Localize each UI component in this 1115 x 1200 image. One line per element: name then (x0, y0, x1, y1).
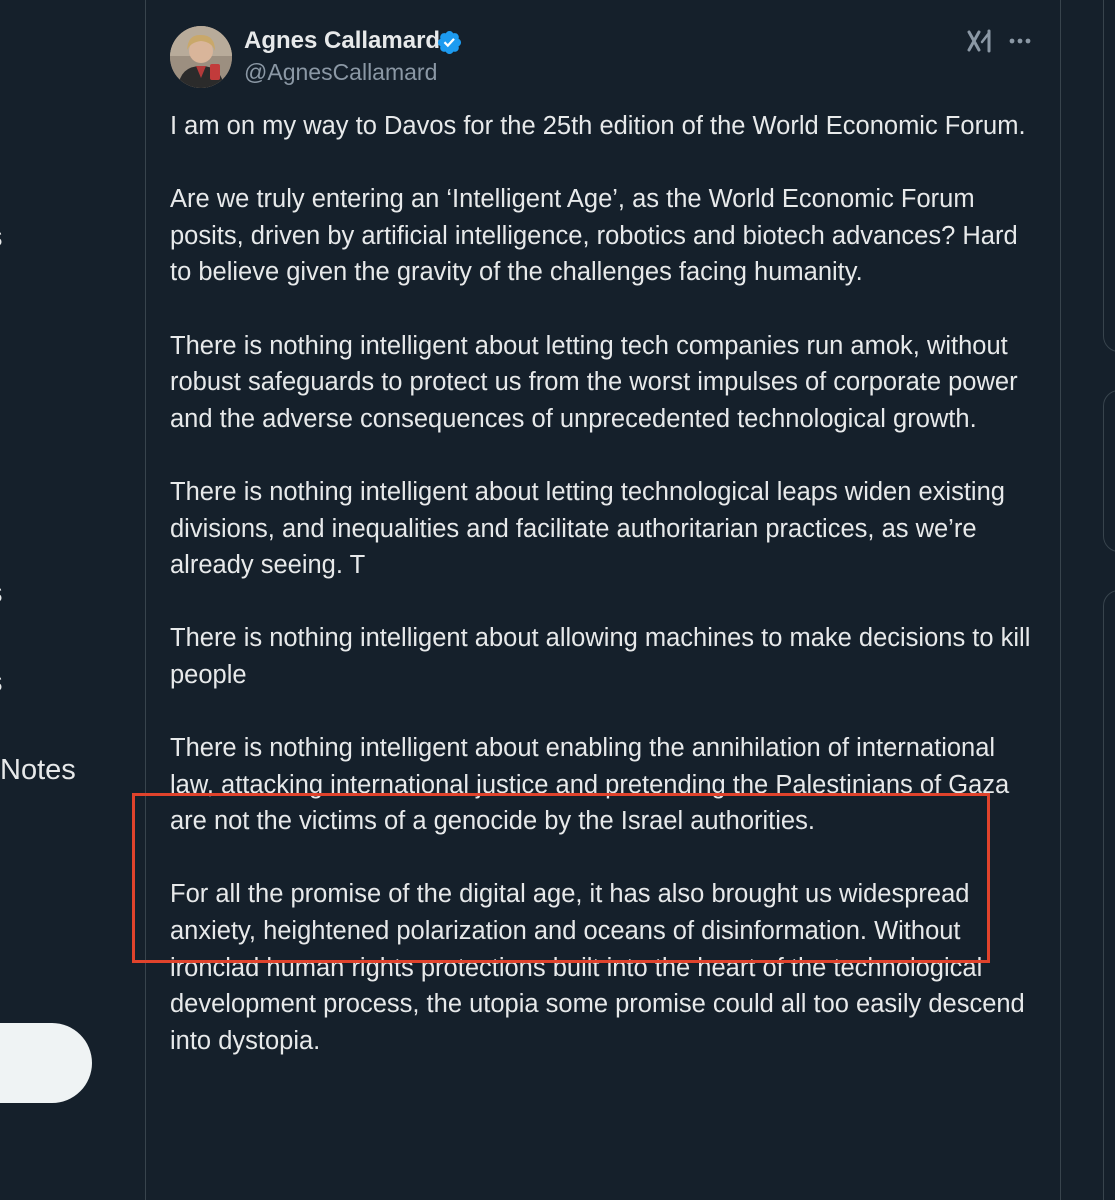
page: s s s Notes Agnes Callamard @AgnesCallam… (0, 0, 1115, 1200)
tweet-paragraph: There is nothing intelligent about letti… (170, 331, 1018, 433)
avatar[interactable] (170, 26, 232, 88)
author-handle[interactable]: @AgnesCallamard (244, 58, 437, 86)
sidebar-item-1[interactable]: s (0, 220, 3, 254)
sidebar: s s s Notes (0, 0, 146, 1200)
tweet-paragraph-highlighted: There is nothing intelligent about enabl… (170, 734, 1010, 836)
tweet-paragraph: Are we truly entering an ‘Intelligent Ag… (170, 185, 1018, 287)
tweet-paragraph: I am on my way to Davos for the 25th edi… (170, 112, 1026, 140)
grok-icon[interactable] (966, 28, 994, 54)
right-panel-edge (1103, 390, 1115, 552)
tweet-paragraph: There is nothing intelligent about allow… (170, 624, 1031, 689)
tweet-column: Agnes Callamard @AgnesCallamard I am on … (145, 0, 1061, 1200)
avatar-image (170, 26, 232, 88)
more-options-icon[interactable] (1006, 28, 1034, 54)
post-button[interactable] (0, 1023, 92, 1103)
sidebar-item-2[interactable]: s (0, 576, 3, 610)
tweet-paragraph: For all the promise of the digital age, … (170, 880, 1025, 1055)
right-panel-edge (1103, 590, 1115, 1200)
right-panel-edge (1103, 0, 1115, 352)
tweet-paragraph: There is nothing intelligent about letti… (170, 477, 1005, 580)
sidebar-item-3[interactable]: s (0, 665, 3, 699)
sidebar-item-notes[interactable]: Notes (0, 753, 76, 787)
author-name[interactable]: Agnes Callamard (244, 26, 440, 56)
verified-badge-icon (437, 30, 462, 55)
tweet-text: I am on my way to Davos for the 25th edi… (170, 108, 1040, 1096)
